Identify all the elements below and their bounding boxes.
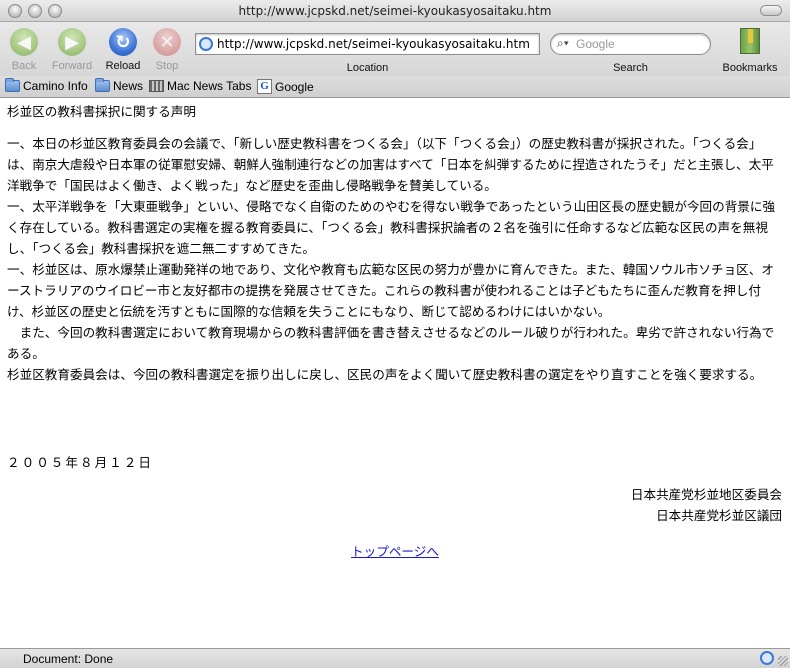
page-content: 杉並区の教科書採択に関する声明 一、本日の杉並区教育委員会の会議で、「新しい歴史… (0, 99, 790, 648)
top-page-link[interactable]: トップページへ (351, 544, 439, 559)
signature-district-committee: 日本共産党杉並地区委員会 (630, 487, 782, 502)
folder-icon (5, 78, 20, 92)
bookmarks-icon (740, 28, 760, 54)
forward-arrow-icon: ▶ (58, 28, 86, 56)
bookmark-mac-news-tabs[interactable]: Mac News Tabs (149, 79, 251, 93)
bookmark-news[interactable]: News (95, 78, 144, 93)
bookmark-label: Camino Info (23, 79, 88, 93)
statement-paragraph: 一、太平洋戦争を「大東亜戦争」といい、侵略でなく自衛のためのやむを得ない戦争であ… (7, 199, 776, 256)
search-input[interactable]: ⌕▾ Google (550, 33, 711, 55)
navigation-toolbar: ◀ Back ▶ Forward ↻ Reload ✕ Stop http://… (0, 22, 790, 76)
statement-paragraph: 一、杉並区は、原水爆禁止運動発祥の地であり、文化や教育も広範な区民の努力が豊かに… (7, 262, 774, 319)
search-placeholder: Google (576, 37, 615, 51)
stop-label: Stop (155, 60, 179, 72)
security-status-icon (760, 651, 774, 665)
search-label: Search (613, 62, 648, 74)
location-url-text: http://www.jcpskd.net/seimei-kyoukasyosa… (217, 37, 530, 51)
reload-label: Reload (105, 60, 141, 72)
stop-icon: ✕ (153, 28, 181, 56)
back-button[interactable]: ◀ Back (2, 28, 46, 72)
location-input[interactable]: http://www.jcpskd.net/seimei-kyoukasyosa… (195, 33, 540, 55)
window-title: http://www.jcpskd.net/seimei-kyoukasyosa… (238, 4, 552, 18)
bookmark-camino-info[interactable]: Camino Info (5, 78, 88, 93)
bookmarks-button[interactable]: Bookmarks (718, 28, 782, 74)
resize-grip[interactable] (778, 656, 788, 666)
signature-block: 日本共産党杉並地区委員会 日本共産党杉並区議団 (631, 484, 782, 526)
signature-council-group: 日本共産党杉並区議団 (656, 508, 782, 523)
top-page-link-row: トップページへ (0, 541, 790, 562)
location-label: Location (346, 62, 389, 74)
window-titlebar: http://www.jcpskd.net/seimei-kyoukasyosa… (0, 0, 790, 22)
toolbar-toggle-button[interactable] (760, 5, 782, 16)
forward-button[interactable]: ▶ Forward (50, 28, 94, 72)
google-icon: G (257, 79, 272, 94)
status-bar: Document: Done (0, 648, 790, 668)
status-text: Document: Done (23, 652, 114, 666)
back-label: Back (11, 60, 37, 72)
bookmarks-label: Bookmarks (722, 62, 778, 74)
bookmark-google[interactable]: G Google (257, 79, 314, 94)
statement-paragraph: 一、本日の杉並区教育委員会の会議で、「新しい歴史教科書をつくる会」（以下「つくる… (7, 136, 774, 193)
reload-icon: ↻ (109, 28, 137, 56)
bookmark-label: News (113, 79, 144, 93)
personal-toolbar: Camino Info News Mac News Tabs G Google (0, 76, 790, 98)
back-arrow-icon: ◀ (10, 28, 38, 56)
folder-icon (95, 78, 110, 92)
statement-body: 一、本日の杉並区教育委員会の会議で、「新しい歴史教科書をつくる会」（以下「つくる… (7, 133, 780, 385)
bookmark-label: Mac News Tabs (167, 79, 252, 93)
statement-date: ２００５年８月１２日 (7, 455, 153, 470)
tabs-icon (149, 80, 164, 92)
reload-button[interactable]: ↻ Reload (101, 28, 145, 72)
bookmark-label: Google (275, 79, 314, 94)
statement-paragraph: また、今回の教科書選定において教育現場からの教科書評価を書き替えさせるなどのルー… (7, 325, 775, 361)
forward-label: Forward (51, 60, 93, 72)
search-icon: ⌕▾ (557, 36, 569, 50)
page-title: 杉並区の教科書採択に関する声明 (7, 104, 196, 119)
stop-button[interactable]: ✕ Stop (145, 28, 189, 72)
site-globe-icon (199, 37, 213, 51)
statement-paragraph: 杉並区教育委員会は、今回の教科書選定を振り出しに戻し、区民の声をよく聞いて歴史教… (7, 367, 763, 382)
